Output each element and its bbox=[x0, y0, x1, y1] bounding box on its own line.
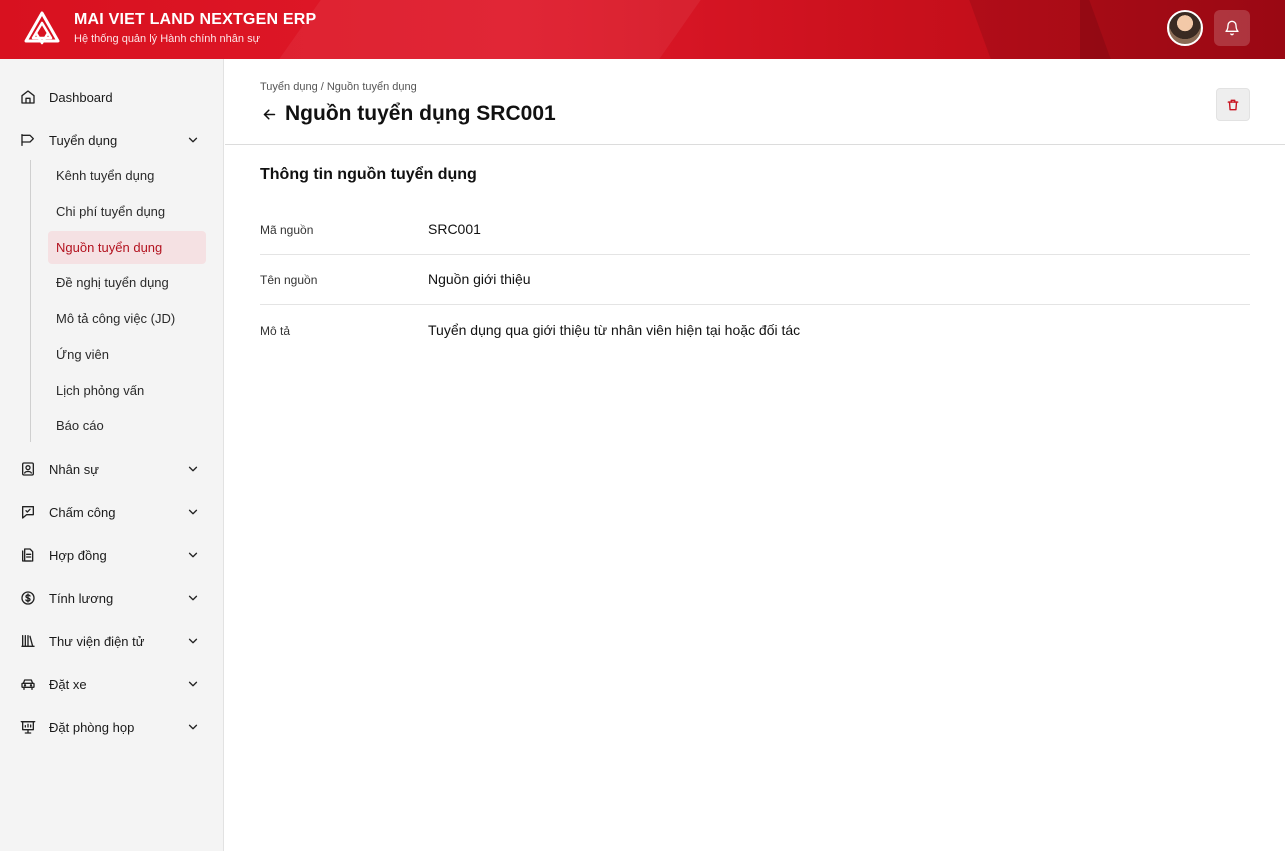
library-icon bbox=[16, 632, 42, 650]
sidebar: Dashboard Tuyển dụng Kênh tuyển dụng Chi… bbox=[0, 59, 224, 851]
megaphone-icon bbox=[16, 131, 42, 149]
sidebar-item-label: Đặt xe bbox=[49, 676, 87, 692]
dollar-icon bbox=[16, 589, 42, 607]
field-label: Tên nguồn bbox=[260, 273, 318, 287]
bell-icon bbox=[1225, 20, 1239, 36]
notification-button[interactable] bbox=[1214, 10, 1250, 46]
chevron-down-icon bbox=[184, 718, 202, 736]
car-icon bbox=[16, 675, 42, 693]
home-icon bbox=[16, 88, 42, 106]
chevron-down-icon bbox=[184, 632, 202, 650]
field-value: Nguồn giới thiệu bbox=[428, 271, 531, 287]
timesheet-icon bbox=[16, 503, 42, 521]
back-button[interactable] bbox=[260, 105, 278, 123]
sidebar-item-timekeeping[interactable]: Chấm công bbox=[16, 495, 208, 529]
id-badge-icon bbox=[16, 460, 42, 478]
sidebar-item-dashboard[interactable]: Dashboard bbox=[16, 80, 208, 114]
user-avatar[interactable] bbox=[1167, 10, 1203, 46]
sidebar-item-library[interactable]: Thư viện điện tử bbox=[16, 624, 208, 658]
field-label: Mô tả bbox=[260, 324, 291, 338]
header-decoration bbox=[279, 0, 701, 59]
brand-logo-icon bbox=[24, 11, 60, 45]
sidebar-item-label: Tuyển dụng bbox=[49, 132, 118, 148]
chevron-down-icon bbox=[184, 675, 202, 693]
chevron-down-icon bbox=[184, 589, 202, 607]
sidebar-item-label: Tính lương bbox=[49, 590, 114, 606]
chevron-down-icon bbox=[184, 460, 202, 478]
field-label: Mã nguồn bbox=[260, 223, 314, 237]
chevron-down-icon bbox=[184, 546, 202, 564]
delete-button[interactable] bbox=[1216, 88, 1250, 121]
presentation-icon bbox=[16, 718, 42, 736]
main-content: Tuyển dụng / Nguồn tuyển dụng Nguồn tuyể… bbox=[225, 59, 1285, 851]
field-value: SRC001 bbox=[428, 221, 481, 237]
sidebar-item-car-booking[interactable]: Đặt xe bbox=[16, 667, 208, 701]
sidebar-subitem-sources[interactable]: Nguồn tuyển dụng bbox=[48, 231, 206, 264]
sidebar-subitem-interviews[interactable]: Lịch phỏng vấn bbox=[48, 374, 206, 407]
brand-subtitle: Hệ thống quản lý Hành chính nhân sự bbox=[74, 33, 260, 45]
page-header: Tuyển dụng / Nguồn tuyển dụng Nguồn tuyể… bbox=[225, 59, 1285, 145]
app-header: MAI VIET LAND NEXTGEN ERP Hệ thống quản … bbox=[0, 0, 1285, 59]
sidebar-subitem-reports[interactable]: Báo cáo bbox=[48, 409, 206, 442]
arrow-left-icon bbox=[263, 108, 275, 120]
sidebar-subitem-requests[interactable]: Đề nghị tuyển dụng bbox=[48, 266, 206, 299]
sidebar-subitem-job-descriptions[interactable]: Mô tả công việc (JD) bbox=[48, 302, 206, 335]
chevron-up-icon bbox=[184, 131, 202, 149]
field-row: Mã nguồn SRC001 bbox=[260, 205, 1250, 255]
sidebar-item-label: Đặt phòng họp bbox=[49, 719, 135, 735]
submenu-guide-line bbox=[30, 160, 31, 442]
sidebar-item-payroll[interactable]: Tính lương bbox=[16, 581, 208, 615]
sidebar-item-label: Dashboard bbox=[49, 89, 113, 105]
brand-title: MAI VIET LAND NEXTGEN ERP bbox=[74, 11, 317, 28]
breadcrumb[interactable]: Tuyển dụng / Nguồn tuyển dụng bbox=[260, 81, 417, 93]
sidebar-item-label: Thư viện điện tử bbox=[49, 633, 145, 649]
sidebar-item-label: Chấm công bbox=[49, 504, 116, 520]
sidebar-subitem-candidates[interactable]: Ứng viên bbox=[48, 338, 206, 371]
field-row: Tên nguồn Nguồn giới thiệu bbox=[260, 255, 1250, 305]
section-title: Thông tin nguồn tuyển dụng bbox=[260, 166, 477, 183]
field-value: Tuyển dụng qua giới thiệu từ nhân viên h… bbox=[428, 322, 801, 338]
field-row: Mô tả Tuyển dụng qua giới thiệu từ nhân … bbox=[260, 305, 1250, 355]
sidebar-item-meeting-room[interactable]: Đặt phòng họp bbox=[16, 710, 208, 744]
sidebar-subitem-channels[interactable]: Kênh tuyển dụng bbox=[48, 159, 206, 192]
sidebar-item-recruitment[interactable]: Tuyển dụng bbox=[16, 123, 208, 157]
chevron-down-icon bbox=[184, 503, 202, 521]
page-title: Nguồn tuyển dụng SRC001 bbox=[285, 102, 556, 125]
trash-icon bbox=[1227, 99, 1239, 110]
sidebar-item-contracts[interactable]: Hợp đồng bbox=[16, 538, 208, 572]
sidebar-item-label: Nhân sự bbox=[49, 461, 99, 477]
sidebar-item-personnel[interactable]: Nhân sự bbox=[16, 452, 208, 486]
sidebar-item-label: Hợp đồng bbox=[49, 547, 107, 563]
sidebar-subitem-costs[interactable]: Chi phí tuyển dụng bbox=[48, 195, 206, 228]
contract-icon bbox=[16, 546, 42, 564]
